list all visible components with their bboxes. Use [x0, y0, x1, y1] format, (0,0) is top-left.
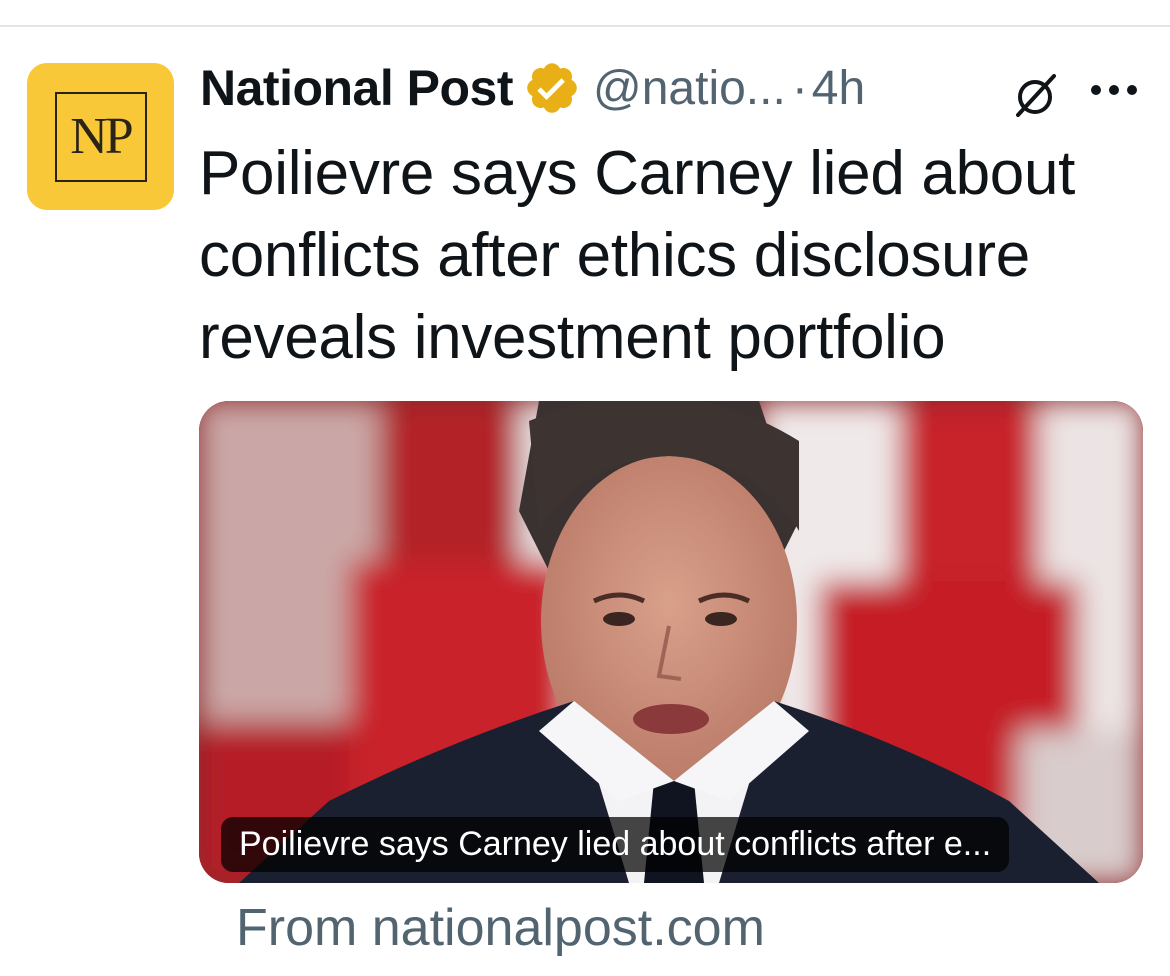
- link-card-caption: Poilievre says Carney lied about conflic…: [221, 817, 1010, 872]
- display-name[interactable]: National Post: [200, 59, 513, 117]
- avatar[interactable]: NP: [27, 63, 174, 210]
- article-photo: [199, 401, 1143, 883]
- link-card-image[interactable]: Poilievre says Carney lied about conflic…: [199, 401, 1143, 883]
- grok-icon[interactable]: [1010, 72, 1060, 118]
- more-options-icon[interactable]: [1088, 82, 1140, 98]
- post-headline: Poilievre says Carney lied about conflic…: [199, 139, 1076, 372]
- top-divider: [0, 25, 1170, 27]
- avatar-logo: NP: [54, 91, 147, 182]
- separator-dot: ·: [791, 61, 808, 115]
- verified-badge-icon[interactable]: [523, 59, 581, 117]
- handle[interactable]: @natio...: [593, 61, 786, 116]
- timestamp[interactable]: 4h: [812, 61, 865, 116]
- link-source[interactable]: From nationalpost.com: [236, 898, 765, 958]
- post-header: National Post @natio... · 4h: [200, 58, 865, 118]
